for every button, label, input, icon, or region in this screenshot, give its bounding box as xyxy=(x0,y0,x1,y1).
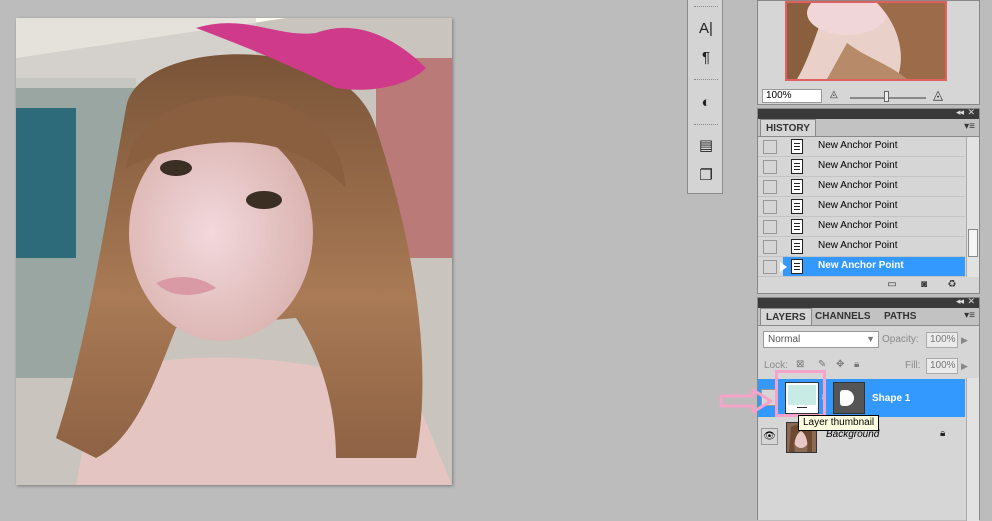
tab-channels[interactable]: CHANNELS xyxy=(810,308,876,325)
collapse-icon[interactable]: ◂◂ xyxy=(956,296,964,307)
history-state-marker-icon xyxy=(780,262,787,272)
navigator-panel: 100% ◬ ◬ xyxy=(757,0,980,105)
lock-all-icon[interactable]: 🔒︎ xyxy=(854,359,859,370)
pink-arrow-icon xyxy=(719,388,773,414)
tooltip: Layer thumbnail xyxy=(798,415,880,431)
fill-field[interactable]: 100% xyxy=(926,358,958,374)
document-canvas[interactable] xyxy=(16,18,452,485)
history-item[interactable]: New Anchor Point xyxy=(758,137,965,157)
close-icon[interactable]: ✕ xyxy=(967,107,975,118)
layers-tab-bar: LAYERS CHANNELS PATHS xyxy=(758,308,979,326)
history-item-label: New Anchor Point xyxy=(818,140,898,151)
vector-mask-shape xyxy=(840,390,854,406)
history-scrollbar[interactable] xyxy=(966,137,979,277)
blend-mode-value: Normal xyxy=(768,334,801,345)
history-scrollbar-thumb[interactable] xyxy=(968,229,978,257)
navigator-zoom-field[interactable]: 100% xyxy=(762,89,822,103)
zoom-out-icon[interactable]: ◬ xyxy=(830,89,838,100)
thumbnail-highlight-box xyxy=(775,370,826,417)
adjustments-icon[interactable]: ◐ xyxy=(693,91,719,113)
history-item[interactable]: New Anchor Point xyxy=(758,217,965,237)
opacity-label: Opacity: xyxy=(882,334,919,345)
navigator-zoom-slider-handle[interactable] xyxy=(884,91,889,102)
history-snapshot-checkbox[interactable] xyxy=(763,240,777,254)
vector-mask-thumbnail[interactable] xyxy=(833,382,865,414)
history-item-label: New Anchor Point xyxy=(818,220,898,231)
history-item-label: New Anchor Point xyxy=(818,240,898,251)
history-list: New Anchor Point New Anchor Point New An… xyxy=(758,137,965,277)
fill-label: Fill: xyxy=(905,360,921,371)
history-item-label: New Anchor Point xyxy=(818,200,898,211)
photo-image xyxy=(16,18,452,485)
navigator-thumbnail[interactable] xyxy=(785,1,947,81)
history-item[interactable]: New Anchor Point xyxy=(758,197,965,217)
fill-arrow-icon[interactable]: ▶ xyxy=(961,361,968,372)
history-snapshot-checkbox[interactable] xyxy=(763,200,777,214)
tab-layers[interactable]: LAYERS xyxy=(760,308,812,325)
lock-position-icon[interactable]: ✥ xyxy=(836,359,844,370)
history-snapshot-checkbox[interactable] xyxy=(763,180,777,194)
opacity-arrow-icon[interactable]: ▶ xyxy=(961,335,968,346)
navigator-thumbnail-image xyxy=(787,3,945,79)
history-item[interactable]: New Anchor Point xyxy=(758,237,965,257)
history-item-label: New Anchor Point xyxy=(818,260,904,271)
paragraph-icon[interactable]: ¶ xyxy=(693,46,719,68)
tab-paths[interactable]: PATHS xyxy=(879,308,921,325)
new-document-from-state-icon[interactable]: ▭ xyxy=(886,279,898,290)
zoom-in-icon[interactable]: ◬ xyxy=(933,87,943,103)
history-item-selected[interactable]: New Anchor Point xyxy=(758,257,965,277)
history-state-icon xyxy=(791,239,803,254)
history-state-icon xyxy=(791,259,803,274)
history-state-icon xyxy=(791,179,803,194)
trash-icon[interactable]: ♻ xyxy=(946,279,958,290)
history-state-icon xyxy=(791,139,803,154)
history-snapshot-checkbox[interactable] xyxy=(763,220,777,234)
history-tab-bar: HISTORY xyxy=(758,119,979,137)
clone-source-icon[interactable]: ❐ xyxy=(693,164,719,186)
collapse-icon[interactable]: ◂◂ xyxy=(956,107,964,118)
tool-separator xyxy=(694,79,718,80)
tool-separator xyxy=(694,124,718,125)
chevron-down-icon: ▼ xyxy=(866,334,875,344)
panel-tool-strip: A| ¶ ◐ ▤ ❐ xyxy=(687,0,723,194)
blend-mode-select[interactable]: Normal ▼ xyxy=(763,331,879,348)
camera-icon[interactable]: ◙ xyxy=(918,279,930,290)
lock-transparent-icon[interactable]: ⊠ xyxy=(796,359,804,370)
tab-history[interactable]: HISTORY xyxy=(760,119,816,136)
layer-name[interactable]: Shape 1 xyxy=(872,393,910,404)
character-icon[interactable]: A| xyxy=(693,17,719,39)
panel-menu-icon[interactable]: ▾≡ xyxy=(964,310,975,321)
history-snapshot-checkbox[interactable] xyxy=(763,140,777,154)
history-state-icon xyxy=(791,199,803,214)
history-item[interactable]: New Anchor Point xyxy=(758,177,965,197)
tool-separator xyxy=(694,6,718,7)
history-item[interactable]: New Anchor Point xyxy=(758,157,965,177)
history-snapshot-checkbox[interactable] xyxy=(763,160,777,174)
lock-image-icon[interactable]: ✎ xyxy=(818,359,826,370)
lock-icon: 🔒︎ xyxy=(940,428,946,439)
history-state-icon xyxy=(791,219,803,234)
history-item-label: New Anchor Point xyxy=(818,160,898,171)
history-panel: ◂◂ ✕ HISTORY ▾≡ New Anchor Point New Anc… xyxy=(757,107,980,294)
notes-icon[interactable]: ▤ xyxy=(693,134,719,156)
panel-title-bar[interactable]: ◂◂ ✕ xyxy=(758,296,979,308)
opacity-field[interactable]: 100% xyxy=(926,332,958,348)
eye-icon[interactable]: 👁︎ xyxy=(761,428,778,445)
layers-scrollbar[interactable] xyxy=(966,378,979,521)
history-snapshot-checkbox[interactable] xyxy=(763,260,777,274)
panel-menu-icon[interactable]: ▾≡ xyxy=(964,121,975,132)
panel-title-bar[interactable]: ◂◂ ✕ xyxy=(758,107,979,119)
close-icon[interactable]: ✕ xyxy=(967,296,975,307)
history-footer: ▭ ◙ ♻ xyxy=(758,277,979,293)
history-state-icon xyxy=(791,159,803,174)
history-item-label: New Anchor Point xyxy=(818,180,898,191)
